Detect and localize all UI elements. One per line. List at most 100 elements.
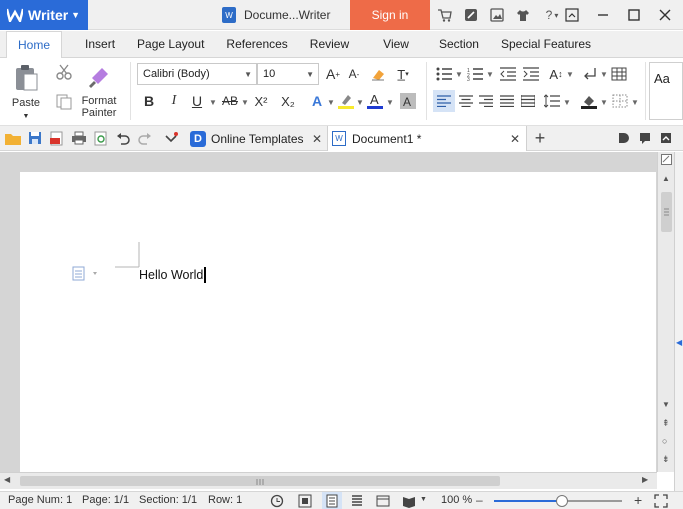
undo-icon[interactable] xyxy=(114,129,132,147)
tab-special-features[interactable]: Special Features xyxy=(490,31,602,58)
superscript-button[interactable]: X² xyxy=(250,90,272,112)
tab-review[interactable]: Review xyxy=(299,31,360,58)
page-view-icon[interactable] xyxy=(322,492,342,509)
expand-panel-icon[interactable]: ◀ xyxy=(676,338,682,347)
scroll-up-icon[interactable]: ▲ xyxy=(662,174,670,183)
tab-document1[interactable]: W Document1 * ✕ xyxy=(327,126,527,151)
close-tab-icon[interactable]: ✕ xyxy=(312,132,322,146)
scroll-down-icon[interactable]: ▼ xyxy=(662,400,670,409)
new-tab-icon[interactable]: + xyxy=(531,128,549,148)
phonetic-guide-icon[interactable]: T̲ ▾ xyxy=(392,63,414,85)
redo-icon[interactable] xyxy=(136,129,154,147)
highlight-color-icon[interactable] xyxy=(335,90,357,112)
bold-button[interactable]: B xyxy=(138,90,160,112)
image-icon[interactable] xyxy=(488,6,506,24)
format-painter-button[interactable]: Format Painter xyxy=(78,64,120,119)
tab-page-layout[interactable]: Page Layout xyxy=(126,31,215,58)
chevron-down-icon[interactable]: ▼ xyxy=(486,70,494,79)
document-text[interactable]: Hello World xyxy=(139,267,207,283)
tab-references[interactable]: References xyxy=(215,31,298,58)
document-page[interactable]: Hello World xyxy=(20,172,656,472)
increase-indent-icon[interactable] xyxy=(520,63,542,85)
zoom-out-button[interactable]: – xyxy=(476,493,483,507)
chevron-down-icon[interactable]: ▼ xyxy=(600,98,608,107)
zoom-slider-handle[interactable] xyxy=(556,495,568,507)
borders-icon[interactable] xyxy=(609,90,631,112)
italic-button[interactable]: I xyxy=(163,90,185,112)
full-screen-icon[interactable] xyxy=(298,494,312,509)
chevron-down-icon[interactable]: ▼ xyxy=(631,98,639,107)
tab-online-templates[interactable]: D Online Templates ✕ xyxy=(186,126,328,151)
previous-page-icon[interactable]: ⇞ xyxy=(662,418,670,429)
distributed-button[interactable] xyxy=(517,90,539,112)
change-case-icon[interactable]: A ↕ xyxy=(545,63,567,85)
print-preview-icon[interactable] xyxy=(92,129,110,147)
close-button[interactable] xyxy=(649,0,680,30)
font-name-select[interactable]: Calibri (Body) ▼ xyxy=(137,63,257,85)
customize-quick-access-icon[interactable] xyxy=(162,129,180,147)
vertical-scroll-thumb[interactable] xyxy=(661,192,672,232)
split-view-icon[interactable] xyxy=(661,154,672,168)
justify-button[interactable] xyxy=(496,90,518,112)
line-spacing-icon[interactable] xyxy=(541,90,563,112)
paste-button[interactable]: Paste ▼ xyxy=(8,64,44,121)
open-folder-icon[interactable] xyxy=(4,129,22,147)
chevron-down-icon[interactable]: ▼ xyxy=(209,98,217,107)
export-pdf-icon[interactable] xyxy=(48,129,66,147)
chevron-down-icon[interactable]: ▼ xyxy=(600,70,608,79)
scroll-left-icon[interactable]: ◀ xyxy=(4,475,10,484)
clear-format-icon[interactable] xyxy=(367,63,389,85)
tshirt-icon[interactable] xyxy=(514,6,532,24)
scroll-right-icon[interactable]: ▶ xyxy=(642,475,648,484)
save-icon[interactable] xyxy=(26,129,44,147)
sign-in-button[interactable]: Sign in xyxy=(350,0,430,30)
font-color-icon[interactable]: A xyxy=(364,90,386,112)
app-menu-button[interactable]: Writer ▼ xyxy=(0,0,88,30)
align-right-button[interactable] xyxy=(475,90,497,112)
skin-icon[interactable] xyxy=(462,6,480,24)
strikethrough-button[interactable]: AB xyxy=(218,90,242,112)
table-icon[interactable] xyxy=(608,63,630,85)
tab-section[interactable]: Section xyxy=(428,31,490,58)
comment-icon[interactable] xyxy=(636,129,654,147)
text-effects-icon[interactable]: A xyxy=(306,90,328,112)
minimize-button[interactable] xyxy=(587,0,618,30)
chevron-down-icon[interactable]: ▼ xyxy=(420,496,427,503)
vertical-scrollbar[interactable]: ▲ ▼ ⇞ ○ ⇟ xyxy=(657,152,674,472)
styles-gallery[interactable]: Aa xyxy=(649,62,683,120)
chevron-down-icon[interactable]: ▼ xyxy=(386,98,394,107)
horizontal-scroll-thumb[interactable] xyxy=(20,476,500,486)
cut-icon[interactable] xyxy=(56,64,72,83)
cart-icon[interactable] xyxy=(436,6,454,24)
zoom-in-button[interactable]: + xyxy=(634,492,642,508)
paragraph-layout-icon[interactable] xyxy=(72,266,102,285)
browse-object-icon[interactable]: ○ xyxy=(662,436,667,446)
paragraph-shading-icon[interactable] xyxy=(578,90,600,112)
underline-button[interactable]: U xyxy=(186,90,208,112)
close-tab-icon[interactable]: ✕ xyxy=(510,132,520,146)
fit-to-window-icon[interactable] xyxy=(654,494,668,509)
chevron-down-icon[interactable]: ▼ xyxy=(241,98,249,107)
character-shading-icon[interactable]: A xyxy=(397,90,419,112)
chevron-down-icon[interactable]: ▼ xyxy=(327,98,335,107)
revision-history-icon[interactable] xyxy=(270,494,284,509)
decrease-indent-icon[interactable] xyxy=(497,63,519,85)
copy-icon[interactable] xyxy=(56,94,72,113)
tab-home[interactable]: Home xyxy=(6,30,63,59)
reading-mode-icon[interactable] xyxy=(402,494,416,509)
chevron-down-icon[interactable]: ▼ xyxy=(356,98,364,107)
chevron-down-icon[interactable]: ▼ xyxy=(566,70,574,79)
font-size-select[interactable]: 10 ▼ xyxy=(257,63,319,85)
web-layout-icon[interactable] xyxy=(376,494,390,509)
collapse-icon[interactable] xyxy=(657,129,675,147)
subscript-button[interactable]: X₂ xyxy=(277,90,299,112)
next-page-icon[interactable]: ⇟ xyxy=(662,454,670,465)
shrink-font-icon[interactable]: A- xyxy=(343,63,365,85)
templates-small-icon[interactable] xyxy=(614,129,632,147)
tab-insert[interactable]: Insert xyxy=(74,31,126,58)
numbering-icon[interactable]: 123 xyxy=(464,63,486,85)
chevron-down-icon[interactable]: ▼ xyxy=(455,70,463,79)
horizontal-scrollbar[interactable]: ◀ ▶ xyxy=(0,472,657,489)
chevron-down-icon[interactable]: ▼ xyxy=(563,98,571,107)
show-marks-icon[interactable] xyxy=(580,63,602,85)
